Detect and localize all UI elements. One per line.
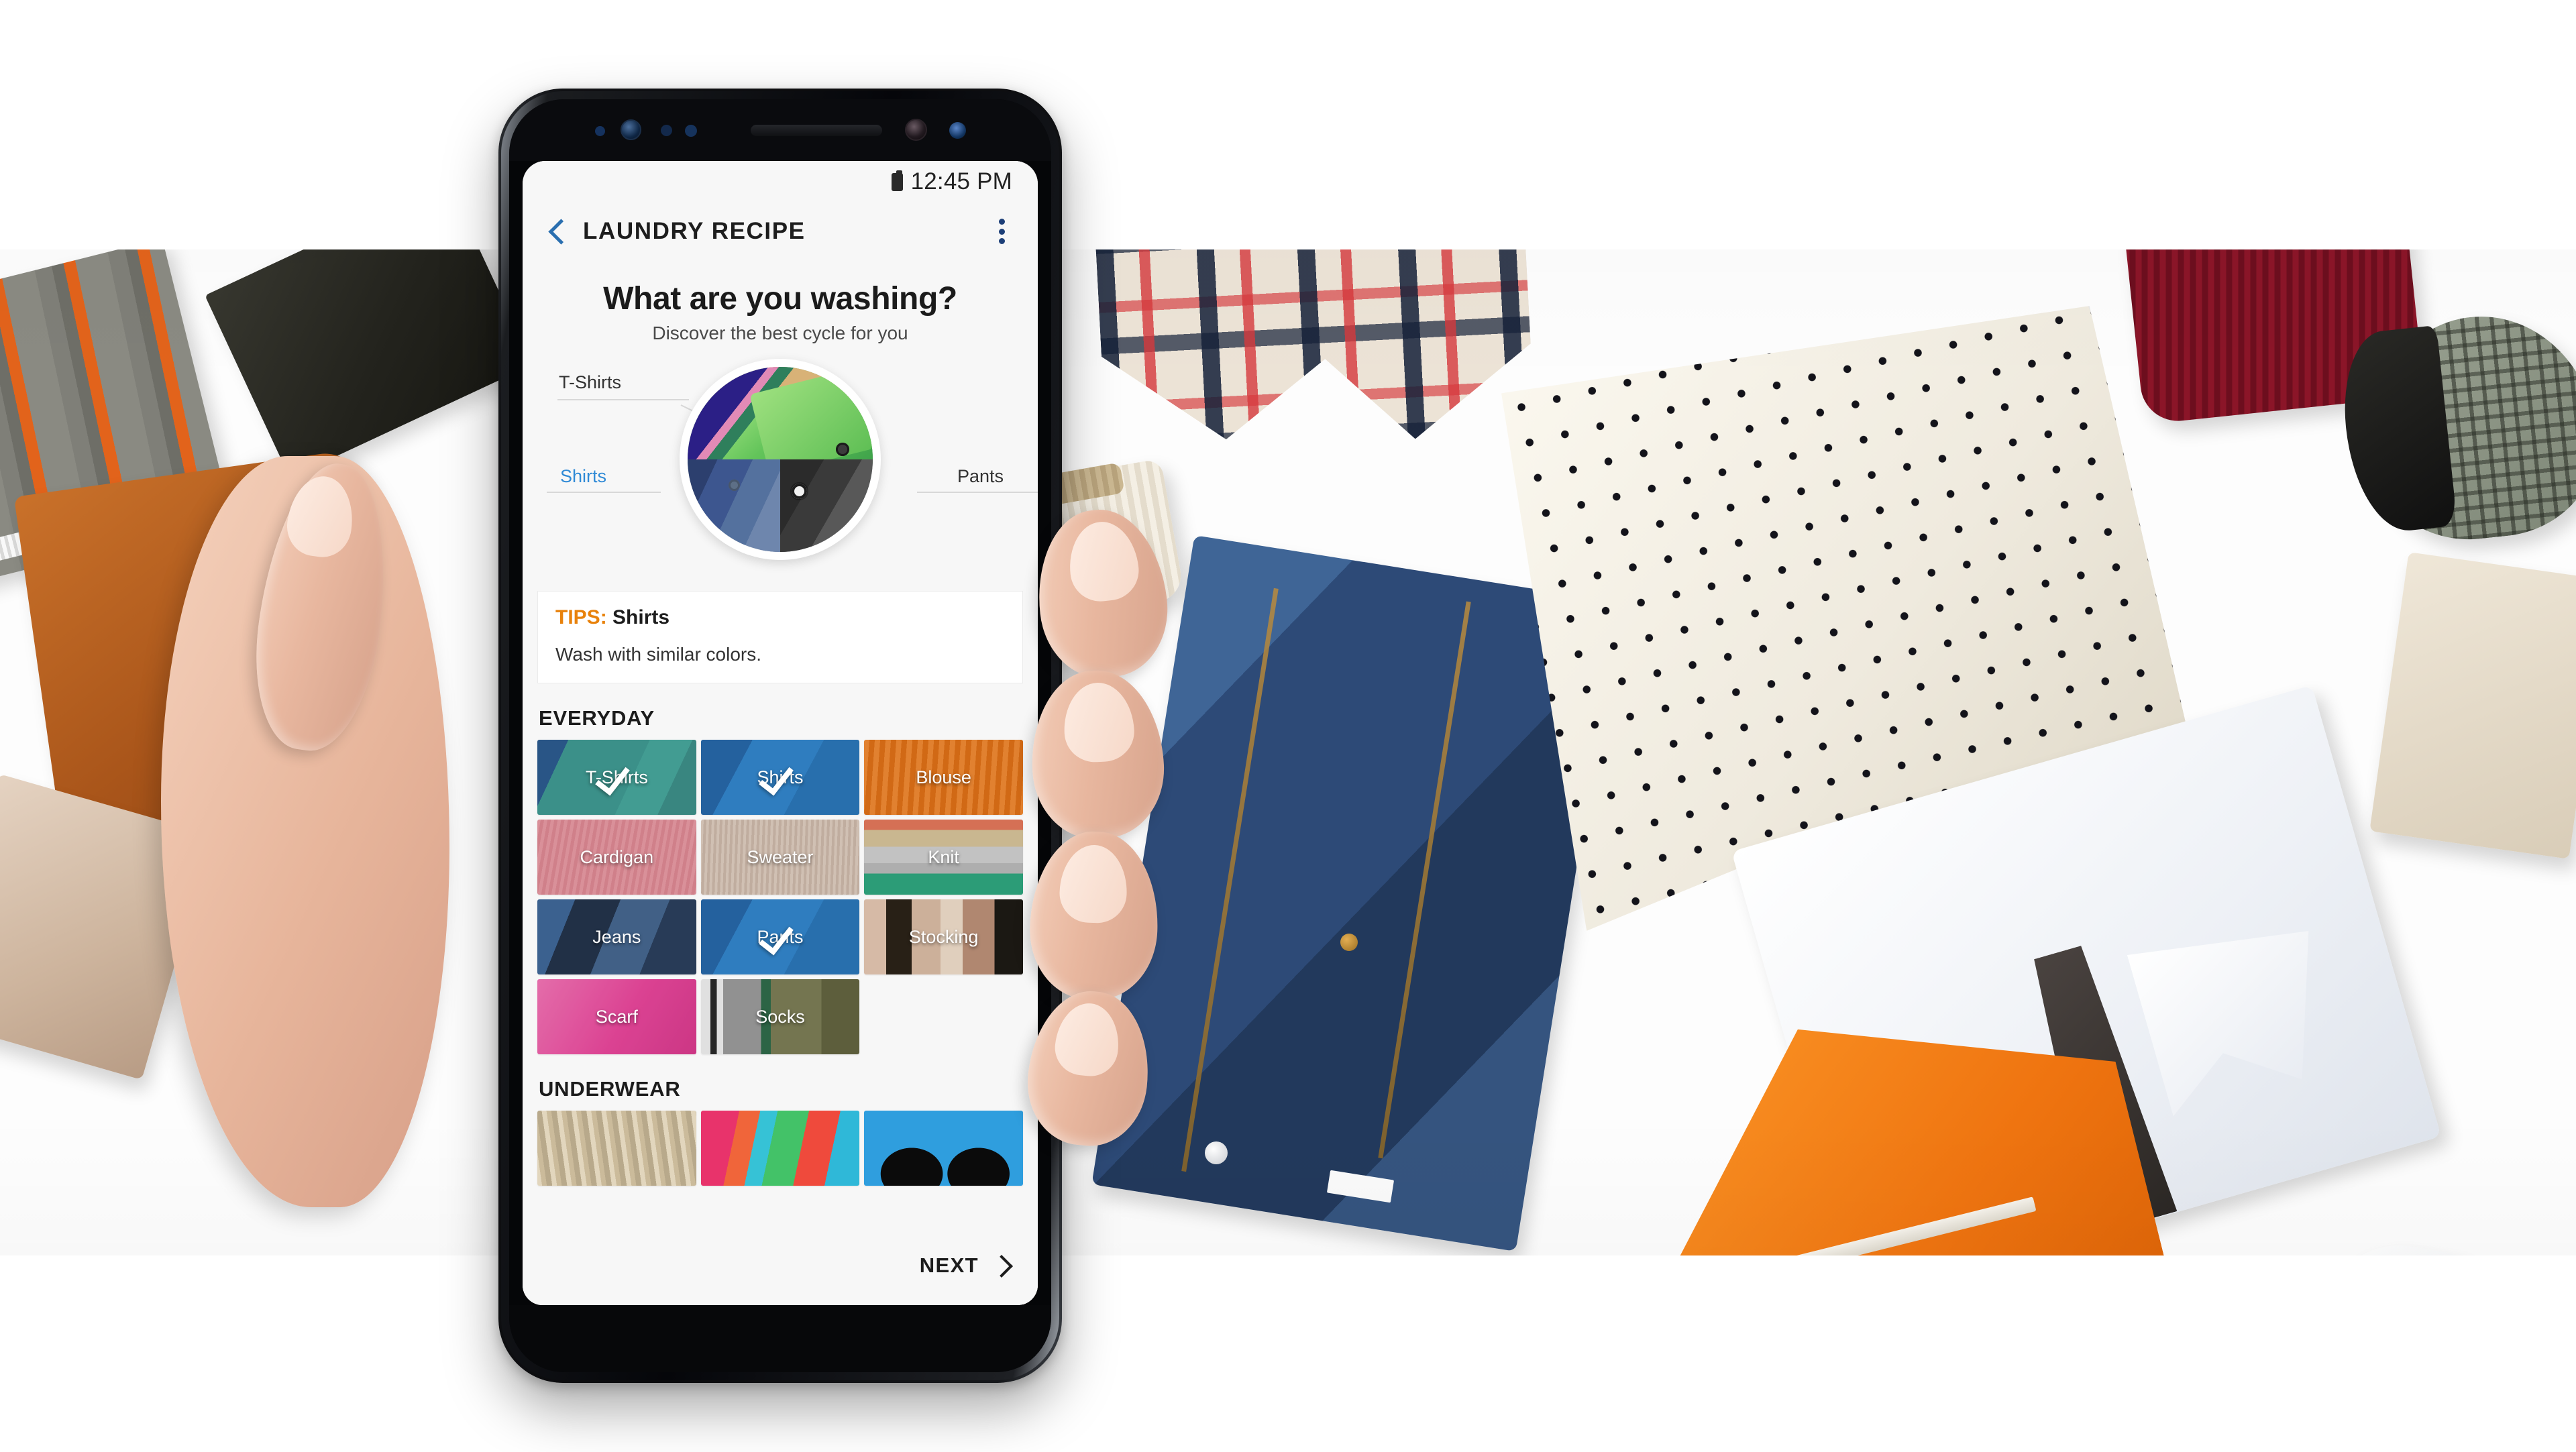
footer-bar: NEXT [523,1226,1038,1305]
tips-header: TIPS: Shirts [555,606,1005,629]
dial-leader-tshirts [557,399,689,400]
iris-scanner-icon [621,119,641,140]
tile-underwear-1[interactable] [537,1111,696,1186]
garment-jeans-button [1205,1141,1228,1164]
status-bar: 12:45 PM [523,161,1038,203]
screenshot-root: 12:45 PM LAUNDRY RECIPE What are you was… [0,0,2576,1452]
garment-striped-towel [0,249,232,587]
tile-shirts[interactable]: Shirts [700,740,860,815]
smartphone: 12:45 PM LAUNDRY RECIPE What are you was… [478,74,1082,1392]
dial-wheel[interactable] [680,359,881,560]
next-button-label[interactable]: NEXT [920,1253,979,1278]
front-camera-icon [905,119,927,141]
phone-top-bezel [509,99,1051,161]
tile-sweater[interactable]: Sweater [700,820,860,895]
garment-beige-folded-shirt [0,773,212,1080]
tile-label: Sweater [747,846,814,867]
garment-type-dial[interactable]: T-Shirts Shirts Pants [523,353,1038,587]
app-content[interactable]: What are you washing? Discover the best … [523,260,1038,1305]
proximity-sensor-icon [595,126,605,136]
garment-striped-towel-fringe [0,518,83,581]
app-bar: LAUNDRY RECIPE [523,203,1038,260]
garment-burgundy-corduroy [2123,249,2425,425]
tips-label: TIPS [555,606,600,628]
subheading: Discover the best cycle for you [652,323,908,343]
phone-screen: 12:45 PM LAUNDRY RECIPE What are you was… [523,161,1038,1305]
tips-subject: Shirts [612,606,670,628]
tile-underwear-3[interactable] [864,1111,1023,1186]
tile-stocking[interactable]: Stocking [864,899,1023,974]
garment-dress-shirt-collar [2127,905,2347,1117]
led-indicator-icon [685,125,697,137]
tile-label: Cardigan [580,846,654,867]
tile-scarf[interactable]: Scarf [537,979,696,1054]
dial-leader-shirts [547,492,661,493]
tips-separator: : [600,606,607,628]
tips-card: TIPS: Shirts Wash with similar colors. [537,591,1023,683]
tile-pants[interactable]: Pants [700,899,860,974]
garment-white-dress-shirt [1731,685,2442,1255]
tile-socks[interactable]: Socks [700,979,860,1054]
tile-label: Stocking [908,926,979,947]
heading: What are you washing? [603,281,957,317]
tile-blouse[interactable]: Blouse [864,740,1023,815]
status-bar-time: 12:45 PM [910,168,1012,194]
tile-label: Blouse [916,767,971,787]
dial-segment-pants[interactable] [780,443,873,552]
dial-label-tshirts[interactable]: T-Shirts [559,372,621,393]
dial-segment-shirts[interactable] [688,459,780,552]
checkmark-icon [763,919,798,954]
garment-orange-fleece-jacket [1633,957,2190,1255]
secondary-sensor-icon [949,122,966,139]
tile-cardigan[interactable]: Cardigan [537,820,696,895]
chevron-right-icon[interactable] [992,1254,1010,1277]
tile-tshirts[interactable]: T-Shirts [537,740,696,815]
tile-jeans[interactable]: Jeans [537,899,696,974]
garment-plaid-flat-cap [2357,305,2576,549]
tile-underwear-2[interactable] [700,1111,860,1186]
garment-jeans-seam-left [1181,588,1279,1172]
dial-photo [688,367,873,552]
phone-bottom-bezel [509,1305,1051,1372]
dial-label-shirts[interactable]: Shirts [560,466,606,487]
background-laundry-photo [0,249,2576,1255]
kebab-menu-icon[interactable] [988,216,1015,247]
checkmark-icon [599,760,634,795]
section-title-underwear: UNDERWEAR [539,1077,681,1101]
tile-placeholder [864,979,1023,1054]
garment-jeans-rivet [1340,934,1358,951]
garment-plaid-flannel-shirt [1094,249,1535,455]
underwear-grid [523,1111,1038,1186]
light-sensor-icon [661,125,672,136]
tile-label: Jeans [592,926,641,947]
tile-knit[interactable]: Knit [864,820,1023,895]
dial-label-pants[interactable]: Pants [957,466,1004,487]
garment-jeans-seam-right [1378,601,1471,1159]
garment-rust-sweater-label [200,562,240,588]
tile-label: Scarf [595,1006,638,1027]
garment-flat-cap-brim [2336,325,2458,537]
garment-black-necktie [2016,940,2178,1235]
garment-jeans-label [1326,1170,1395,1203]
tile-label: Knit [928,846,959,867]
garment-beige-folded-piece [2369,552,2576,859]
section-title-everyday: EVERYDAY [539,706,655,730]
garment-jacket-zipper [1720,1196,2037,1255]
battery-icon [891,170,903,191]
dial-leader-pants [917,492,1038,493]
garment-rust-knit-sweater [13,448,416,896]
page-title: LAUNDRY RECIPE [583,218,806,244]
tips-body: Wash with similar colors. [555,644,762,665]
earpiece-speaker [751,125,882,136]
checkmark-icon [763,760,798,795]
tile-label: Socks [755,1006,805,1027]
garment-white-ankle-sock [2324,1235,2513,1255]
chevron-left-icon[interactable] [543,217,572,246]
everyday-grid: T-Shirts Shirts Blouse Cardigan Sweater … [523,740,1038,1054]
garment-blue-folded-jeans [1091,535,1619,1252]
garment-polka-dot-blouse [1464,260,2212,977]
